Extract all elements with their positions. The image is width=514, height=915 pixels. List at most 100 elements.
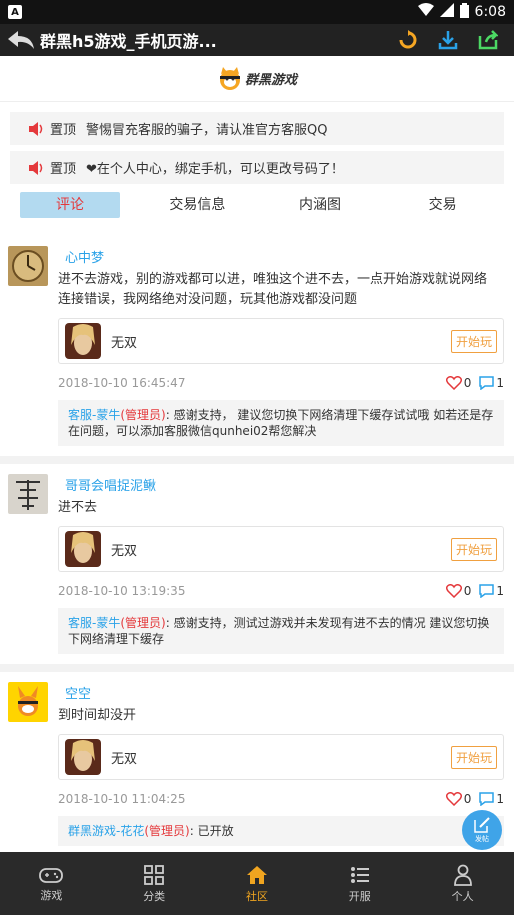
start-play-button[interactable]: 开始玩 xyxy=(450,329,497,353)
nav-servers[interactable]: 开服 xyxy=(308,852,411,915)
nav-label: 个人 xyxy=(451,889,474,903)
clock: 6:08 xyxy=(474,4,506,20)
grid-icon xyxy=(144,864,165,885)
new-post-label: 发帖 xyxy=(475,835,489,843)
admin-reply: 客服-蒙牛(管理员): 感谢支持，测试过游戏并未发现有进不去的情况 建议您切换下… xyxy=(58,608,504,654)
status-bar: A 6:08 xyxy=(0,0,514,24)
like-button[interactable]: 0 xyxy=(445,584,472,598)
username[interactable]: 空空 xyxy=(65,683,91,702)
nav-profile[interactable]: 个人 xyxy=(411,852,514,915)
username[interactable]: 哥哥会唱捉泥鳅 xyxy=(65,475,156,494)
list-item: 心中梦 进不去游戏，别的游戏都可以进，唯独这个进不去，一点开始游戏就说网络连接错… xyxy=(0,236,514,464)
reply-author[interactable]: 客服-蒙牛 xyxy=(68,616,120,630)
refresh-icon xyxy=(399,30,417,49)
heart-icon xyxy=(445,376,462,390)
site-logo: 群黑游戏 xyxy=(217,66,297,92)
app-notification-icon: A xyxy=(8,5,22,19)
reply-author[interactable]: 群黑游戏-花花 xyxy=(68,824,144,838)
comment-count: 1 xyxy=(496,376,504,390)
edit-icon xyxy=(474,817,490,833)
logo-text: 群黑游戏 xyxy=(244,73,297,88)
start-play-button[interactable]: 开始玩 xyxy=(450,537,497,561)
comment-feed[interactable]: 心中梦 进不去游戏，别的游戏都可以进，唯独这个进不去，一点开始游戏就说网络连接错… xyxy=(0,236,514,852)
nav-label: 游戏 xyxy=(40,888,63,902)
reply-role: (管理员) xyxy=(120,616,166,630)
new-post-button[interactable]: 发帖 xyxy=(462,810,502,850)
back-arrow-icon xyxy=(8,31,34,49)
comment-button[interactable]: 1 xyxy=(479,584,504,598)
admin-reply: 客服-蒙牛(管理员): 感谢支持， 建议您切换下网络清理下缓存试试哦 如若还是存… xyxy=(58,400,504,446)
game-name: 无双 xyxy=(111,543,138,559)
comment-icon xyxy=(479,584,495,598)
tab-trade-info[interactable]: 交易信息 xyxy=(136,192,259,218)
person-icon xyxy=(453,864,472,886)
post-time: 2018-10-10 11:04:25 xyxy=(58,792,186,806)
list-icon xyxy=(350,866,369,883)
heart-icon xyxy=(445,792,462,806)
nav-games[interactable]: 游戏 xyxy=(0,852,103,915)
nav-label: 社区 xyxy=(245,889,268,903)
pinned-tag: 置顶 xyxy=(50,123,77,138)
comment-button[interactable]: 1 xyxy=(479,792,504,806)
list-item: 空空 到时间却没开 无双 开始玩 2018-10-10 11:04:25 0 1… xyxy=(0,672,514,852)
notice-item[interactable]: 置顶 ❤在个人中心，绑定手机，可以更改号码了！ xyxy=(10,151,504,184)
category-tabs: 评论 交易信息 内涵图 交易 xyxy=(10,191,504,219)
post-content: 进不去游戏，别的游戏都可以进，唯独这个进不去，一点开始游戏就说网络连接错误，我网… xyxy=(58,272,488,307)
like-button[interactable]: 0 xyxy=(445,376,471,390)
post-content: 到时间却没开 xyxy=(58,708,137,723)
post-time: 2018-10-10 16:45:47 xyxy=(58,376,186,390)
tab-comments[interactable]: 评论 xyxy=(20,192,120,218)
speaker-icon xyxy=(28,121,46,137)
post-meta: 2018-10-10 16:45:47 0 1 xyxy=(58,376,504,390)
home-icon xyxy=(246,865,267,884)
avatar[interactable] xyxy=(8,474,48,514)
comment-count: 1 xyxy=(496,584,504,598)
pinned-tag: 置顶 xyxy=(50,162,77,177)
game-card[interactable]: 无双 开始玩 xyxy=(58,526,504,572)
like-count: 0 xyxy=(463,584,472,598)
title-bar: 群黑h5游戏_手机页游... xyxy=(0,24,514,56)
comment-icon xyxy=(479,376,495,390)
game-icon xyxy=(65,531,101,567)
download-icon xyxy=(438,31,458,50)
post-time: 2018-10-10 13:19:35 xyxy=(58,584,186,598)
bottom-navigation: 游戏 分类 社区 开服 个人 xyxy=(0,852,514,915)
wifi-icon xyxy=(417,3,434,21)
start-play-button[interactable]: 开始玩 xyxy=(450,745,497,769)
tab-memes[interactable]: 内涵图 xyxy=(259,192,382,218)
notice-text: ❤在个人中心，绑定手机，可以更改号码了！ xyxy=(86,162,344,177)
like-button[interactable]: 0 xyxy=(445,792,472,806)
game-card[interactable]: 无双 开始玩 xyxy=(58,318,504,364)
admin-reply: 群黑游戏-花花(管理员): 已开放 xyxy=(58,816,504,846)
nav-label: 开服 xyxy=(348,889,371,903)
nav-community[interactable]: 社区 xyxy=(206,852,309,915)
reply-author[interactable]: 客服-蒙牛 xyxy=(68,408,120,422)
game-card[interactable]: 无双 开始玩 xyxy=(58,734,504,780)
tab-trade[interactable]: 交易 xyxy=(381,192,504,218)
share-icon xyxy=(478,30,498,50)
nav-categories[interactable]: 分类 xyxy=(103,852,206,915)
avatar[interactable] xyxy=(8,246,48,286)
signal-icon xyxy=(439,3,454,21)
notice-item[interactable]: 置顶 警惕冒充客服的骗子，请认准官方客服QQ xyxy=(10,112,504,145)
game-name: 无双 xyxy=(111,335,138,351)
comment-count: 1 xyxy=(496,792,504,806)
reply-text: : 已开放 xyxy=(189,824,234,838)
post-meta: 2018-10-10 11:04:25 0 1 xyxy=(58,792,504,806)
page-title: 群黑h5游戏_手机页游... xyxy=(40,32,217,51)
username[interactable]: 心中梦 xyxy=(65,247,104,266)
battery-icon xyxy=(459,2,469,22)
reply-role: (管理员) xyxy=(120,408,166,422)
notice-text: 警惕冒充客服的骗子，请认准官方客服QQ xyxy=(86,123,328,138)
comment-button[interactable]: 1 xyxy=(479,376,504,390)
share-button[interactable] xyxy=(468,24,508,56)
nav-label: 分类 xyxy=(143,889,166,903)
avatar[interactable] xyxy=(8,682,48,722)
post-meta: 2018-10-10 13:19:35 0 1 xyxy=(58,584,504,598)
like-count: 0 xyxy=(463,792,472,806)
refresh-button[interactable] xyxy=(388,24,428,56)
download-button[interactable] xyxy=(428,24,468,56)
game-name: 无双 xyxy=(111,751,138,767)
back-button[interactable] xyxy=(6,24,36,56)
game-icon xyxy=(65,323,101,359)
